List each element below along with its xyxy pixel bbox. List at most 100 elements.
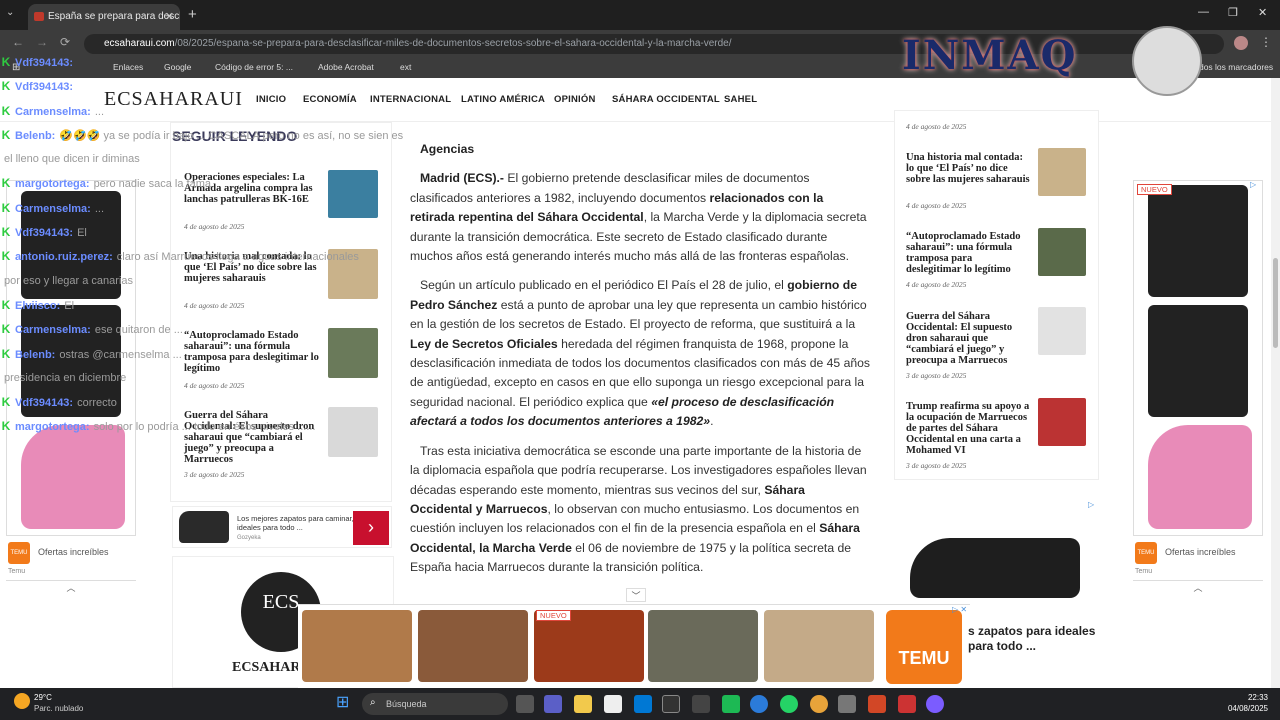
right-ad-column[interactable] [1133,180,1263,536]
store-icon[interactable] [604,695,622,713]
chrome-icon[interactable] [810,695,828,713]
windows-start-icon[interactable]: ⊞ [336,694,354,712]
right-offers-text[interactable]: Ofertas increíbles [1165,547,1236,557]
minimize-icon[interactable]: — [1198,6,1209,18]
left-collapse-icon[interactable]: ︿ [6,580,136,596]
right-card-title-1[interactable]: Una historia mal contada: lo que ‘El Paí… [906,152,1030,185]
new-tab-icon[interactable]: + [188,6,197,23]
article-byline: Agencias [420,142,475,156]
close-window-icon[interactable]: ✕ [1258,6,1267,19]
chat-message: K Vdf394143: [0,74,440,98]
profile-avatar[interactable] [1234,36,1248,50]
powerpoint-icon[interactable] [868,695,886,713]
left-brand-text: Temu [8,568,26,575]
kick-icon: K [1,200,11,215]
clock-time[interactable]: 22:33 [1220,693,1268,702]
temu-icon: TEMU [8,542,30,564]
chat-message: K Carmenselma: ese quitaron de ... [0,317,440,341]
ad-arrow-icon[interactable]: › [353,511,389,545]
chat-text: El [77,227,87,240]
left-sponsored-ad[interactable]: Los mejores zapatos para caminar, ideale… [172,506,392,548]
taskbar-search[interactable]: Búsqueda [362,693,508,715]
chat-message: K Carmenselma:... [0,99,440,123]
ad-shoe-2[interactable] [418,610,528,682]
ad-shoe-4[interactable] [648,610,758,682]
weather-icon[interactable] [14,693,30,709]
chat-text: ... [94,105,104,118]
task-view-icon[interactable] [516,695,534,713]
right-card-title-2[interactable]: “Autoproclamado Estado saharaui”: una fó… [906,231,1030,275]
adchoices-icon[interactable]: ▷ [1250,180,1256,189]
obs-icon[interactable] [692,695,710,713]
menu-icon[interactable]: ⋮ [1260,35,1272,49]
edge-icon[interactable] [750,695,768,713]
chat-message: K Vdf394143: El [0,220,440,244]
chat-text: ese quitaron de ... [94,324,183,337]
app-icon-3[interactable] [926,695,944,713]
nav-opinion[interactable]: OPINIÓN [554,94,596,105]
temu-logo[interactable]: TEMU [886,610,962,684]
right-shoe-ad[interactable] [904,498,1084,608]
app-icon-2[interactable] [838,695,856,713]
left-offers-text[interactable]: Ofertas increíbles [38,547,109,557]
right-card-thumb-1[interactable] [1038,148,1086,196]
right-collapse-icon[interactable]: ︿ [1133,580,1263,596]
all-bookmarks[interactable]: Todos los marcadores [1190,62,1273,72]
nav-sahel[interactable]: SAHEL [724,94,757,105]
kick-icon: K [1,419,11,434]
kick-icon: K [1,79,11,94]
file-explorer-icon[interactable] [574,695,592,713]
right-card-title-4[interactable]: Trump reafirma su apoyo a la ocupación d… [906,401,1036,456]
chat-message: presidencia en diciembre [0,366,440,390]
chat-text: El [64,299,75,312]
forward-icon[interactable]: → [36,35,48,49]
nav-latino-america[interactable]: LATINO AMÉRICA [461,94,545,105]
right-new-badge: NUEVO [1137,184,1172,195]
right-card-date-2: 4 de agosto de 2025 [906,280,967,289]
shoe-image [910,538,1080,598]
right-card-thumb-2[interactable] [1038,228,1086,276]
tab-search-icon[interactable]: ⌄ [6,7,14,18]
kick-icon: K [1,103,11,118]
clock-date[interactable]: 04/08/2025 [1214,704,1268,713]
nav-sahara-occidental[interactable]: SÁHARA OCCIDENTAL [612,94,720,105]
ad-shoe-1[interactable] [302,610,412,682]
page-scrollbar[interactable] [1271,78,1280,688]
ad-shoe-5[interactable] [764,610,874,682]
weather-temp: 29°C [34,693,52,702]
bottom-ad-collapse-icon[interactable]: ﹀ [626,588,646,602]
adchoices-icon[interactable]: ▷ ✕ [952,605,967,614]
chat-username: Vdf394143: [15,81,74,94]
chat-username: Vdf394143: [15,227,74,240]
right-card-thumb-3[interactable] [1038,307,1086,355]
chat-message: Kmargotortega: solo por lo podría ... tod… [0,414,440,438]
ad-text: Los mejores zapatos para caminar, ideale… [237,514,354,532]
right-card-thumb-4[interactable] [1038,398,1086,446]
chat-message: el lleno que dicen ir diminas [0,147,440,171]
chat-username: margotortega: [15,421,90,434]
teams-icon[interactable] [544,695,562,713]
chat-text: 🤣🤣🤣 ya se podía ir bajo ... CASCALA pero… [59,129,404,142]
chat-text: correcto [77,397,117,410]
tab-title: España se prepara para desclasi [48,11,180,22]
right-card-date-3: 3 de agosto de 2025 [906,371,967,380]
reload-icon[interactable]: ⟳ [60,35,70,49]
whatsapp-icon[interactable] [780,695,798,713]
chat-username: Carmenselma: [15,105,91,118]
chat-username: Belenb: [15,129,56,142]
back-icon[interactable]: ← [12,35,24,49]
paragraph-1: Madrid (ECS).- El gobierno pretende desc… [410,171,867,264]
camtasia-icon[interactable] [722,695,740,713]
tab-active[interactable]: España se prepara para desclasi ✕ [28,4,180,30]
kick-icon: K [1,249,11,264]
adchoices-icon[interactable]: ▷ [1088,500,1094,509]
right-top-date: 4 de agosto de 2025 [906,122,967,131]
pink-cutter-image [1148,425,1252,529]
maximize-icon[interactable]: ❐ [1228,6,1238,19]
streaming-app-icon[interactable] [898,695,916,713]
close-tab-icon[interactable]: ✕ [165,6,174,28]
app-icon[interactable] [662,695,680,713]
bottom-ad-text[interactable]: s zapatos para ideales para todo ... [968,624,1098,654]
right-card-title-3[interactable]: Guerra del Sáhara Occidental: El supuest… [906,311,1030,366]
outlook-icon[interactable] [634,695,652,713]
